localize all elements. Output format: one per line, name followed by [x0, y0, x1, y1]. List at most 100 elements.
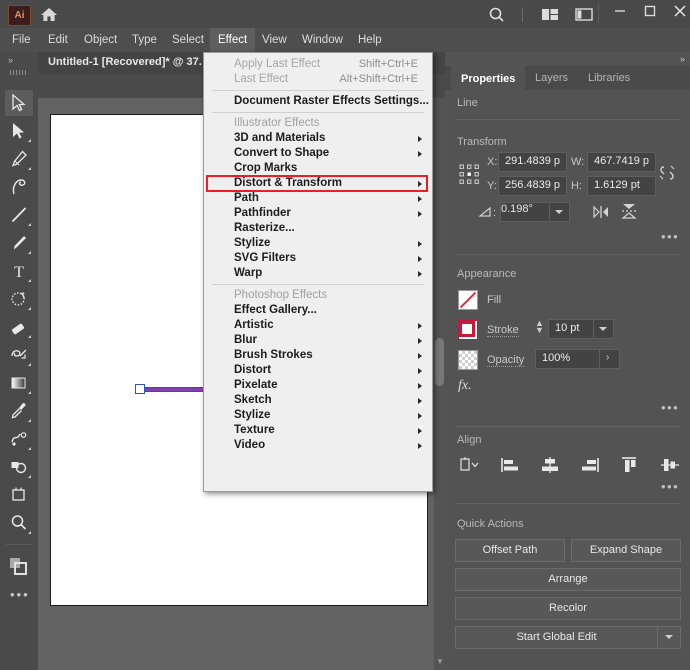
flip-horizontal-icon[interactable] — [592, 204, 610, 223]
effect-menu-dropdown[interactable]: Apply Last Effect Shift+Ctrl+E Last Effect… — [203, 52, 433, 492]
stroke-weight-stepper[interactable]: ▲ ▼ — [535, 319, 544, 335]
menu-item-video[interactable]: Video — [204, 438, 432, 453]
eyedropper-tool[interactable] — [5, 398, 33, 424]
angle-input[interactable]: 0.198° — [500, 202, 550, 222]
align-top-icon[interactable] — [619, 455, 641, 475]
x-input[interactable]: 291.4839 p — [498, 152, 567, 172]
stroke-swatch[interactable] — [458, 320, 478, 340]
align-vertical-center-icon[interactable] — [659, 455, 681, 475]
search-icon[interactable] — [487, 6, 507, 23]
paintbrush-tool[interactable] — [5, 230, 33, 256]
tools-collapse-icon[interactable]: » — [8, 55, 13, 65]
zoom-tool[interactable] — [5, 510, 33, 536]
canvas-vertical-scrollbar[interactable]: ▼ — [434, 98, 445, 670]
h-input[interactable]: 1.6129 pt — [587, 176, 656, 196]
expand-shape-button[interactable]: Expand Shape — [571, 539, 681, 562]
tools-drag-handle[interactable] — [10, 70, 28, 75]
menu-item-texture[interactable]: Texture — [204, 423, 432, 438]
menu-item-3d-and-materials[interactable]: 3D and Materials — [204, 131, 432, 146]
transform-more-options-icon[interactable]: ••• — [661, 229, 679, 244]
stroke-options-dropdown[interactable] — [593, 319, 614, 339]
rotate-tool[interactable] — [5, 286, 33, 312]
recolor-button[interactable]: Recolor — [455, 597, 681, 620]
line-segment-tool[interactable] — [5, 202, 33, 228]
menu-item-file[interactable]: File — [4, 28, 39, 52]
panel-collapse-icon[interactable]: » — [680, 54, 685, 64]
align-to-selection-icon[interactable] — [457, 455, 479, 475]
menu-item-svg-filters[interactable]: SVG Filters — [204, 251, 432, 266]
artboard-tool[interactable] — [5, 482, 33, 508]
type-tool[interactable]: T — [5, 258, 33, 284]
flip-vertical-icon[interactable] — [620, 202, 638, 223]
appearance-more-options-icon[interactable]: ••• — [661, 400, 679, 415]
menu-item-distort[interactable]: Distort — [204, 363, 432, 378]
maximize-button[interactable] — [637, 0, 663, 22]
menu-item-help[interactable]: Help — [350, 28, 390, 52]
eraser-tool[interactable] — [5, 314, 33, 340]
panel-tab-libraries[interactable]: Libraries — [578, 66, 640, 90]
fx-button[interactable]: fx. — [458, 378, 472, 394]
menu-item-brush-strokes[interactable]: Brush Strokes — [204, 348, 432, 363]
menu-item-path[interactable]: Path — [204, 191, 432, 206]
menu-item-stylize[interactable]: Stylize — [204, 236, 432, 251]
scrollbar-thumb[interactable] — [435, 338, 444, 386]
opacity-input[interactable]: 100% — [535, 349, 600, 369]
menu-item-convert-to-shape[interactable]: Convert to Shape — [204, 146, 432, 161]
angle-dropdown-button[interactable] — [549, 202, 570, 222]
menu-item-pathfinder[interactable]: Pathfinder — [204, 206, 432, 221]
menu-item-pixelate[interactable]: Pixelate — [204, 378, 432, 393]
menu-item-effect[interactable]: Effect — [210, 28, 256, 52]
menu-item-object[interactable]: Object — [76, 28, 125, 52]
align-left-icon[interactable] — [499, 455, 521, 475]
menu-item-type[interactable]: Type — [124, 28, 165, 52]
menu-item-blur[interactable]: Blur — [204, 333, 432, 348]
edit-toolbar-icon[interactable]: ••• — [10, 587, 30, 602]
y-input[interactable]: 256.4839 p — [498, 176, 567, 196]
stroke-weight-input[interactable]: 10 pt — [548, 319, 594, 339]
blend-tool[interactable] — [5, 426, 33, 452]
arrange-button[interactable]: Arrange — [455, 568, 681, 591]
curvature-tool[interactable] — [5, 174, 33, 200]
panel-tab-layers[interactable]: Layers — [525, 66, 578, 90]
menu-item-select[interactable]: Select — [164, 28, 212, 52]
minimize-button[interactable] — [607, 0, 633, 22]
menu-item-sketch[interactable]: Sketch — [204, 393, 432, 408]
menu-item-window[interactable]: Window — [294, 28, 351, 52]
anchor-point-left[interactable] — [135, 384, 145, 394]
menu-item-stylize[interactable]: Stylize — [204, 408, 432, 423]
menu-item-rasterize[interactable]: Rasterize... — [204, 221, 432, 236]
arrange-documents-icon[interactable] — [540, 6, 560, 23]
gradient-tool[interactable] — [5, 370, 33, 396]
global-edit-options-button[interactable] — [657, 626, 681, 649]
menu-item-document-raster-effects-settings[interactable]: Document Raster Effects Settings... — [204, 94, 432, 109]
menu-item-view[interactable]: View — [254, 28, 295, 52]
selection-tool[interactable] — [5, 90, 33, 116]
direct-selection-tool[interactable] — [5, 118, 33, 144]
workspace-switcher-icon[interactable] — [574, 6, 594, 23]
transform-reference-point[interactable] — [458, 163, 482, 187]
fill-swatch[interactable] — [458, 290, 478, 310]
menu-item-distort-transform[interactable]: Distort & Transform — [204, 176, 432, 191]
menu-item-crop-marks[interactable]: Crop Marks — [204, 161, 432, 176]
close-button[interactable] — [667, 0, 690, 22]
align-horizontal-center-icon[interactable] — [539, 455, 561, 475]
menu-item-warp[interactable]: Warp — [204, 266, 432, 281]
start-global-edit-button[interactable]: Start Global Edit — [455, 626, 658, 649]
pen-tool[interactable] — [5, 146, 33, 172]
fill-stroke-swatch[interactable] — [9, 557, 29, 577]
menu-item-effect-gallery[interactable]: Effect Gallery... — [204, 303, 432, 318]
home-icon[interactable] — [39, 6, 59, 23]
chevron-down-icon[interactable]: ▼ — [436, 657, 444, 666]
menu-item-artistic[interactable]: Artistic — [204, 318, 432, 333]
opacity-swatch[interactable] — [458, 350, 478, 370]
scale-tool[interactable] — [5, 342, 33, 368]
align-right-icon[interactable] — [579, 455, 601, 475]
shape-builder-tool[interactable] — [5, 454, 33, 480]
align-more-options-icon[interactable]: ••• — [661, 479, 679, 494]
opacity-options-button[interactable]: › — [599, 349, 620, 369]
w-input[interactable]: 467.7419 p — [587, 152, 656, 172]
menu-item-edit[interactable]: Edit — [40, 28, 76, 52]
panel-tab-properties[interactable]: Properties — [451, 66, 526, 92]
unlink-proportions-icon[interactable] — [657, 162, 677, 187]
offset-path-button[interactable]: Offset Path — [455, 539, 565, 562]
